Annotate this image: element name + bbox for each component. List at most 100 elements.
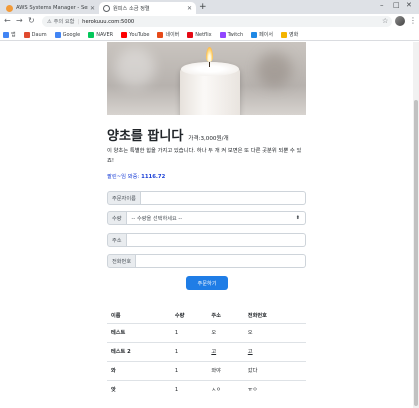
globe-favicon-icon (103, 4, 110, 12)
forward-arrow-icon[interactable]: → (16, 16, 23, 26)
product-description: 이 양초는 특별한 힘을 가지고 있습니다. 하나 두 개 켜 보면은 또 다른… (107, 148, 302, 164)
apps-grid-icon (3, 31, 9, 38)
cell-name: 테스트 (107, 322, 171, 342)
address-label: 주소 (107, 233, 127, 247)
product-title: 양초를 팝니다 (107, 129, 184, 144)
cell-name: 앗 (107, 379, 171, 399)
tab-title: 원피스 소금 정렬 (113, 5, 150, 12)
sold-value: 1116.72 (141, 174, 166, 180)
column-header: 이름 (107, 309, 171, 324)
aws-favicon-icon (6, 4, 13, 12)
cell-quantity: 1 (170, 341, 208, 361)
quantity-field-group: 수량 -- 수량을 선택하세요 -- ⬍ (107, 211, 306, 225)
table-row: 테스트 1 오 오 (107, 322, 306, 342)
scrollbar-thumb[interactable] (414, 100, 418, 406)
quantity-select-value: -- 수량을 선택하세요 -- (131, 215, 183, 222)
bookmark-naver[interactable]: NAVER (88, 31, 113, 38)
bookmark-folder[interactable]: 영화 (280, 31, 298, 38)
close-tab-icon[interactable]: ✕ (90, 5, 95, 12)
select-arrows-icon: ⬍ (295, 215, 300, 221)
warning-icon: ⚠ (47, 18, 52, 25)
maximize-icon[interactable]: □ (393, 1, 400, 9)
cell-phone: 오 (243, 322, 306, 342)
bookmark-netflix[interactable]: Netflix (187, 31, 212, 38)
candle-product-image (107, 42, 306, 115)
bookmark-youtube[interactable]: YouTube (121, 31, 149, 38)
not-secure-label: 주의 요함 (53, 19, 75, 25)
cell-phone: ㅠㅇ (243, 379, 306, 399)
cell-address: ㅅㅇ (207, 379, 244, 399)
naver-icon (88, 31, 95, 38)
column-header: 수량 (170, 309, 208, 324)
quantity-select[interactable]: -- 수량을 선택하세요 -- ⬍ (126, 211, 306, 225)
omnibox-divider: | (77, 18, 80, 25)
address-input[interactable] (126, 233, 306, 247)
tab-strip: AWS Systems Manager - Sessio ✕ 원피스 소금 정렬… (0, 0, 419, 14)
bookmark-8[interactable]: 페이서 (251, 31, 273, 38)
profile-avatar[interactable] (395, 16, 405, 26)
bookmark-star-icon[interactable]: ☆ (382, 17, 388, 25)
youtube-icon (121, 31, 128, 38)
cell-phone: 고 (243, 341, 306, 361)
phone-input[interactable] (136, 254, 306, 268)
address-bar[interactable]: ⚠ 주의 요함 | herokuuu.com:5000 (42, 16, 392, 27)
table-row: 앗 1 ㅅㅇ ㅠㅇ (107, 379, 306, 399)
sold-label: 팔린~임 봐중: (107, 174, 140, 180)
tab-title: AWS Systems Manager - Sessio (16, 5, 88, 11)
back-arrow-icon[interactable]: ← (4, 16, 11, 26)
browser-toolbar: ← → ↻ ⚠ 주의 요함 | herokuuu.com:5000 ☆ ⋮ (0, 14, 419, 29)
cell-quantity: 1 (170, 322, 208, 342)
google-icon (54, 31, 61, 38)
bookmark-5-icon (157, 31, 164, 38)
browser-tab-aws[interactable]: AWS Systems Manager - Sessio ✕ (2, 2, 99, 14)
name-label: 주문자이름 (107, 191, 141, 205)
column-header: 전화번호 (243, 309, 306, 324)
orders-table: 이름 수량 주소 전화번호 테스트 1 오 오 테스트 2 1 고 고 와 1 (107, 309, 306, 399)
cell-name: 테스트 2 (107, 341, 171, 361)
bookmark-5[interactable]: 네이버 (157, 31, 179, 38)
close-tab-icon[interactable]: ✕ (187, 5, 192, 12)
column-header: 주소 (207, 309, 244, 324)
phone-field-group: 전화번호 (107, 254, 306, 268)
twitch-icon (219, 31, 226, 38)
cell-address: 고 (207, 341, 244, 361)
cell-address: 와야 (207, 360, 244, 380)
name-input[interactable] (140, 191, 306, 205)
close-window-icon[interactable]: ✕ (406, 1, 412, 9)
table-row: 와 1 와야 갔다 (107, 360, 306, 380)
quantity-label: 수량 (107, 211, 127, 225)
candle-top (181, 62, 239, 76)
phone-label: 전화번호 (107, 254, 137, 268)
bookmark-apps[interactable]: 앱 (3, 31, 16, 38)
address-field-group: 주소 (107, 233, 306, 247)
product-price: 가격:3,000원/개 (188, 136, 229, 142)
bookmark-twitch[interactable]: Twitch (219, 31, 243, 38)
bookmarks-bar: 앱 Daum Google NAVER YouTube 네이버 Netflix … (0, 29, 419, 41)
cell-name: 와 (107, 360, 171, 380)
new-tab-plus-icon[interactable]: + (199, 2, 207, 12)
name-field-group: 주문자이름 (107, 191, 306, 205)
order-button[interactable]: 주문하기 (186, 276, 228, 290)
cell-phone: 갔다 (243, 360, 306, 380)
reload-icon[interactable]: ↻ (28, 16, 35, 26)
bookmark-8-icon (251, 31, 258, 38)
browser-tab-active[interactable]: 원피스 소금 정렬 ✕ (99, 2, 196, 14)
candle-flame (206, 47, 213, 62)
page-viewport: 양초를 팝니다 가격:3,000원/개 이 양초는 특별한 힘을 가지고 있습니… (0, 42, 413, 408)
table-row: 테스트 2 1 고 고 (107, 341, 306, 361)
product-header: 양초를 팝니다 가격:3,000원/개 (107, 125, 229, 144)
vertical-scrollbar[interactable] (413, 42, 419, 408)
folder-icon (280, 31, 287, 38)
table-header-row: 이름 수량 주소 전화번호 (107, 309, 306, 324)
netflix-icon (187, 31, 194, 38)
cell-quantity: 1 (170, 360, 208, 380)
bookmark-google[interactable]: Google (54, 31, 80, 38)
cell-address: 오 (207, 322, 244, 342)
url-text: herokuuu.com:5000 (82, 18, 135, 25)
sold-count: 팔린~임 봐중: 1116.72 (107, 172, 165, 180)
bookmark-daum[interactable]: Daum (23, 31, 47, 38)
minimize-icon[interactable]: – (380, 1, 384, 9)
daum-icon (23, 31, 30, 38)
more-menu-icon[interactable]: ⋮ (409, 16, 417, 25)
cell-quantity: 1 (170, 379, 208, 399)
